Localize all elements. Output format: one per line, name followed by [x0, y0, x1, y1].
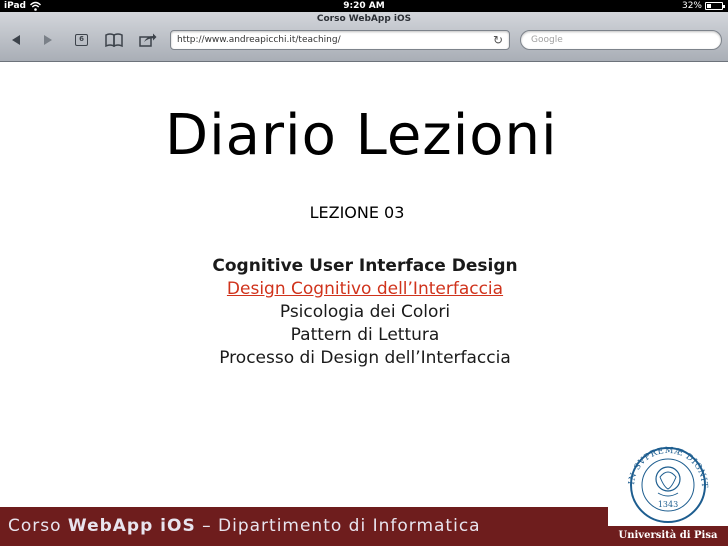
status-bar: iPad 9:20 AM 32% — [0, 0, 728, 12]
battery-icon — [705, 2, 725, 10]
clock: 9:20 AM — [343, 1, 385, 11]
browser-toolbar: Corso WebApp iOS 6 http://www.andreapicc… — [0, 12, 728, 62]
back-button[interactable] — [6, 30, 26, 50]
seal-year: 1343 — [658, 500, 678, 509]
topic-item: Pattern di Lettura — [290, 325, 440, 345]
tabs-button[interactable]: 6 — [72, 30, 92, 50]
university-seal-icon: IN SVPREMÆ DIGNITATIS 1343 — [622, 441, 709, 523]
back-arrow-icon — [12, 35, 20, 45]
university-logo: IN SVPREMÆ DIGNITATIS 1343 Università di… — [608, 433, 728, 546]
topic-item: Cognitive User Interface Design — [212, 256, 518, 276]
footer-text: Corso WebApp iOS – Dipartimento di Infor… — [8, 516, 481, 536]
topics-list: Cognitive User Interface Design Design C… — [170, 255, 560, 370]
bookmarks-button[interactable] — [104, 30, 124, 50]
topic-link[interactable]: Design Cognitivo dell’Interfaccia — [170, 278, 560, 301]
tabs-icon: 6 — [75, 34, 88, 46]
share-button[interactable] — [138, 30, 158, 50]
url-field[interactable]: http://www.andreapicchi.it/teaching/ ↻ — [170, 30, 510, 50]
topic-item: Processo di Design dell’Interfaccia — [219, 348, 511, 368]
topic-item: Psicologia dei Colori — [279, 302, 451, 322]
search-input[interactable]: Google — [520, 30, 722, 50]
share-icon — [139, 33, 157, 47]
lesson-label: LEZIONE 03 — [309, 203, 405, 222]
slide-title: Diario Lezioni — [165, 103, 558, 168]
forward-arrow-icon — [44, 35, 52, 45]
footer-bar: Corso WebApp iOS – Dipartimento di Infor… — [0, 507, 608, 546]
university-name: Università di Pisa — [608, 526, 728, 546]
forward-button[interactable] — [38, 30, 58, 50]
battery-percentage: 32% — [681, 1, 702, 11]
book-icon — [105, 33, 123, 48]
url-text: http://www.andreapicchi.it/teaching/ — [177, 35, 341, 45]
search-placeholder: Google — [531, 35, 563, 45]
reload-icon[interactable]: ↻ — [493, 31, 503, 49]
battery-fill — [707, 4, 712, 8]
page-title: Corso WebApp iOS — [316, 14, 412, 24]
lesson-number: LEZIONE 03 — [0, 203, 728, 222]
